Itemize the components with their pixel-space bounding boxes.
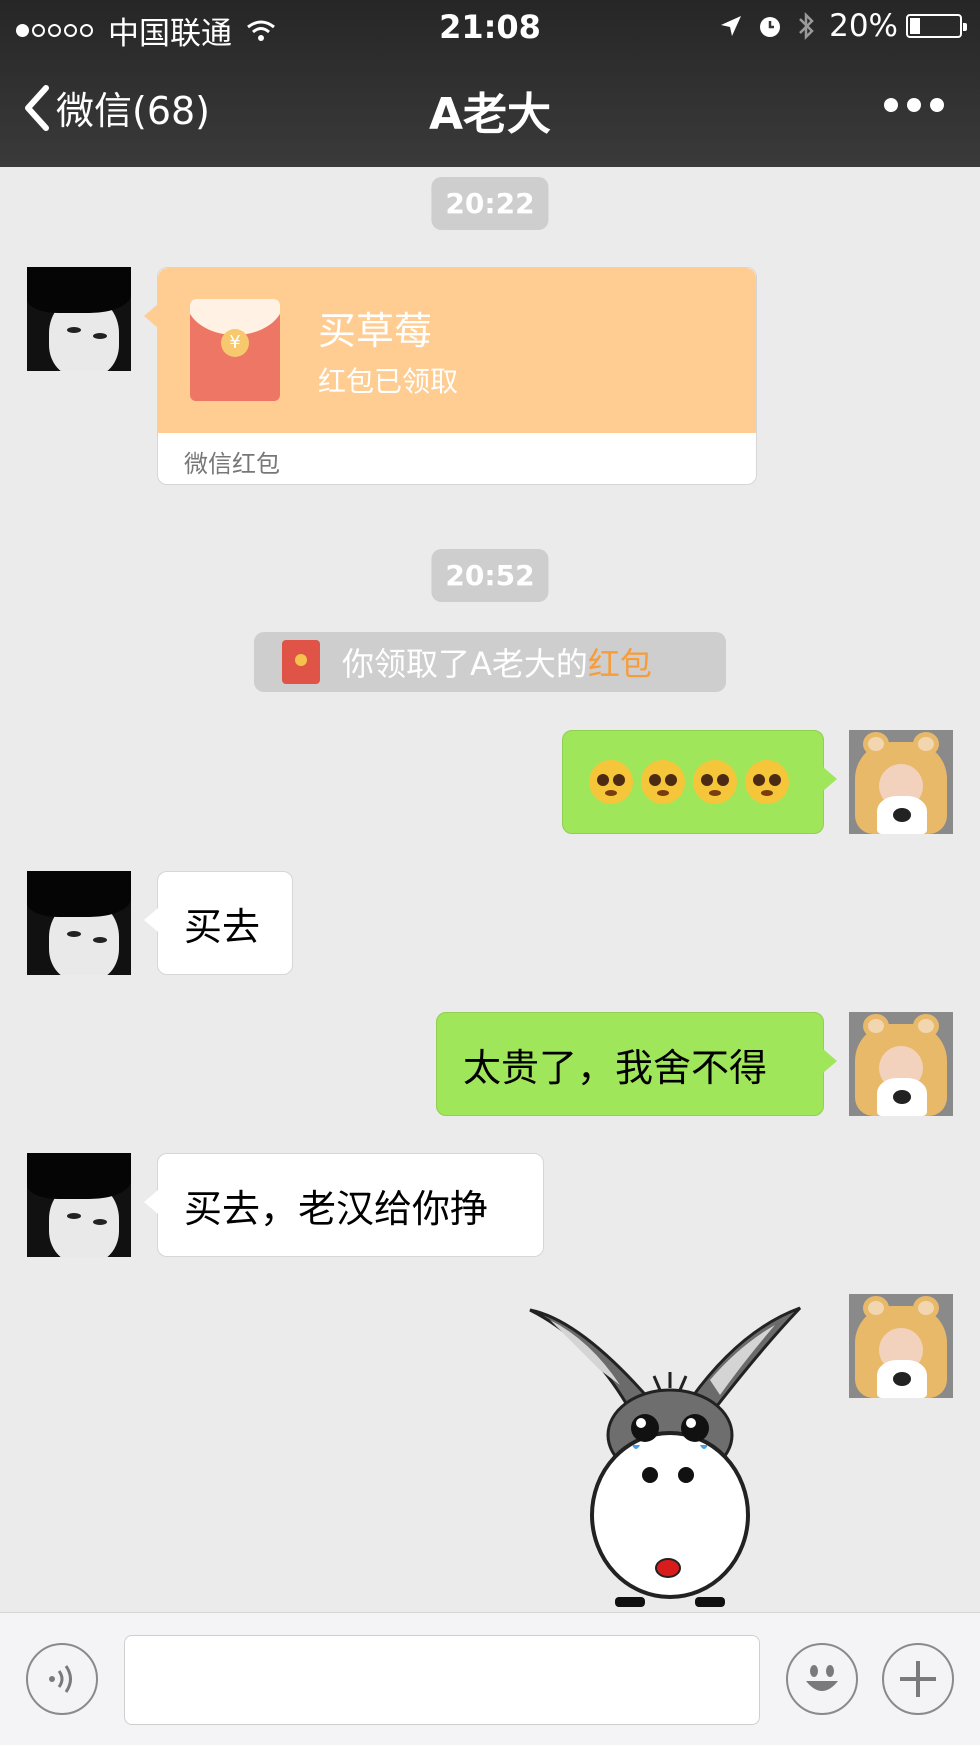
timestamp: 20:22: [431, 177, 549, 230]
message-text: 买去: [184, 904, 261, 949]
message-input[interactable]: [124, 1635, 760, 1725]
my-message[interactable]: 太贵了，我舍不得: [436, 1012, 837, 1116]
message-text: 买去，老汉给你挣: [184, 1186, 489, 1231]
red-envelope-icon: ¥: [190, 299, 280, 401]
header: 中国联通 21:08 20% 微信(68) A老大: [0, 0, 980, 167]
smiley-icon: [806, 1665, 838, 1691]
donkey-sticker[interactable]: [520, 1300, 810, 1610]
red-packet-footer: 微信红包: [184, 450, 280, 478]
more-dots-icon[interactable]: [875, 98, 944, 112]
my-avatar[interactable]: [849, 1294, 953, 1398]
contact-avatar[interactable]: [27, 267, 131, 371]
input-bar: [0, 1612, 980, 1745]
alarm-icon: [760, 17, 781, 37]
status-bar: 中国联通 21:08 20%: [0, 0, 980, 56]
add-button[interactable]: [882, 1643, 954, 1715]
voice-button[interactable]: [26, 1643, 98, 1715]
red-packet-icon: [282, 640, 320, 684]
my-avatar[interactable]: [849, 730, 953, 834]
my-message-emoji[interactable]: [562, 730, 837, 834]
battery-icon: [906, 14, 967, 38]
nav-bar: 微信(68) A老大: [0, 72, 980, 152]
contact-avatar[interactable]: [27, 871, 131, 975]
status-right: 20%: [705, 8, 967, 44]
contact-avatar[interactable]: [27, 1153, 131, 1257]
plus-icon: [900, 1661, 936, 1697]
battery-percent: 20%: [829, 8, 898, 44]
emoji-button[interactable]: [786, 1643, 858, 1715]
message-text: 太贵了，我舍不得: [463, 1045, 768, 1090]
chat-title: A老大: [428, 89, 552, 140]
system-notice[interactable]: 你领取了A老大的 红包: [254, 632, 726, 692]
contact-message[interactable]: 买去，老汉给你挣: [144, 1153, 544, 1257]
notice-link[interactable]: 红包: [588, 639, 652, 685]
location-arrow-icon: [721, 16, 742, 36]
red-packet-title: 买草莓: [318, 309, 433, 353]
kiss-face-icon: [693, 760, 737, 804]
contact-message[interactable]: 买去: [144, 871, 293, 975]
emoji-row: [589, 760, 797, 804]
timestamp: 20:52: [431, 549, 549, 602]
shy-face-icon: [641, 760, 685, 804]
kiss-face-icon: [745, 760, 789, 804]
bluetooth-icon: [799, 11, 814, 41]
notice-text: 你领取了A老大的: [342, 645, 588, 683]
voice-icon: [49, 1665, 72, 1693]
shy-face-icon: [589, 760, 633, 804]
my-avatar[interactable]: [849, 1012, 953, 1116]
red-packet-message[interactable]: ¥ 买草莓 红包已领取 微信红包: [144, 267, 757, 485]
red-packet-status: 红包已领取: [318, 365, 459, 398]
